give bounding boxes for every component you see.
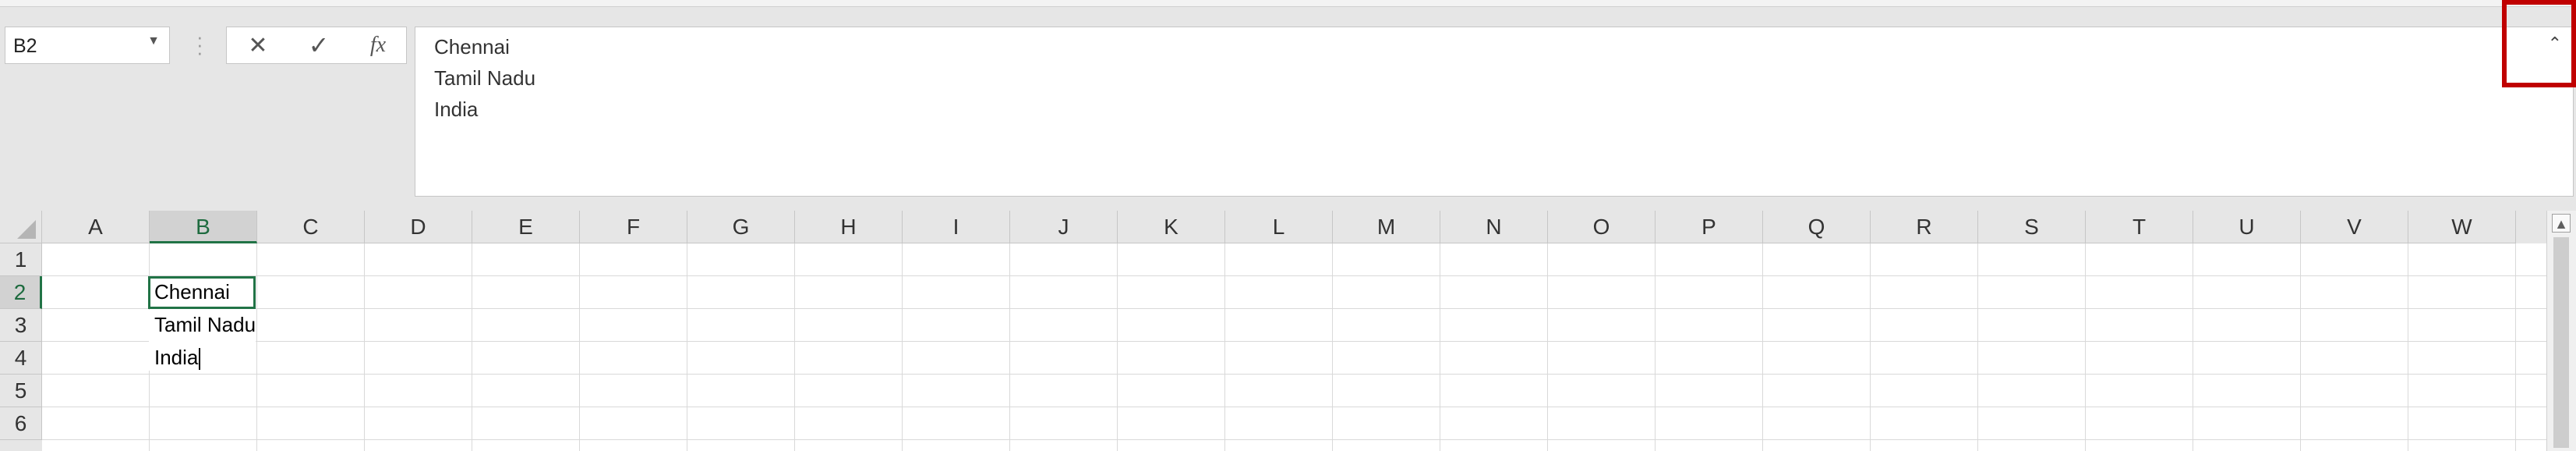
column-header-l[interactable]: L (1225, 211, 1333, 243)
chevron-down-icon[interactable]: ▼ (147, 34, 160, 48)
name-box-value: B2 (13, 35, 37, 57)
row-header-1[interactable]: 1 (0, 243, 42, 276)
gridline-v (794, 243, 795, 451)
gridline-h (42, 439, 2546, 440)
formula-actions: ✕ ✓ fx (226, 27, 407, 64)
column-header-t[interactable]: T (2086, 211, 2193, 243)
column-header-r[interactable]: R (1871, 211, 1978, 243)
row-header-6[interactable]: 6 (0, 407, 42, 440)
column-header-e[interactable]: E (472, 211, 580, 243)
row-header-4[interactable]: 4 (0, 342, 42, 375)
column-header-q[interactable]: Q (1763, 211, 1871, 243)
gridline-v (1009, 243, 1010, 451)
enter-icon[interactable]: ✓ (295, 27, 342, 63)
gridline-h (42, 341, 2546, 342)
column-header-a[interactable]: A (42, 211, 150, 243)
gridline-v (1977, 243, 1978, 451)
column-header-k[interactable]: K (1118, 211, 1225, 243)
ribbon-bottom-edge (0, 0, 2576, 7)
worksheet-grid: ABCDEFGHIJKLMNOPQRSTUVW 123456 Chennai T… (0, 211, 2576, 451)
column-header-o[interactable]: O (1548, 211, 1655, 243)
column-header-i[interactable]: I (903, 211, 1010, 243)
column-header-j[interactable]: J (1010, 211, 1118, 243)
cell-B4-text: India (154, 346, 199, 369)
row-header-5[interactable]: 5 (0, 375, 42, 407)
gridline-v (1332, 243, 1333, 451)
gridline-h (42, 374, 2546, 375)
gridline-v (579, 243, 580, 451)
column-header-n[interactable]: N (1440, 211, 1548, 243)
column-header-s[interactable]: S (1978, 211, 2086, 243)
drag-handle-icon[interactable]: · · · (196, 27, 203, 62)
insert-function-icon[interactable]: fx (355, 27, 401, 63)
cell-B2[interactable]: Chennai (154, 280, 230, 304)
gridline-v (1224, 243, 1225, 451)
gridline-v (364, 243, 365, 451)
gridline-v (1870, 243, 1871, 451)
cancel-icon[interactable]: ✕ (235, 27, 281, 63)
gridline-v (902, 243, 903, 451)
column-header-b[interactable]: B (150, 211, 257, 243)
column-header-f[interactable]: F (580, 211, 687, 243)
row-header-2[interactable]: 2 (0, 276, 42, 309)
gridline-v (2300, 243, 2301, 451)
scroll-thumb[interactable] (2553, 237, 2569, 448)
column-header-h[interactable]: H (795, 211, 903, 243)
column-header-w[interactable]: W (2408, 211, 2516, 243)
column-header-d[interactable]: D (365, 211, 472, 243)
gridline-v (1547, 243, 1548, 451)
scroll-up-icon[interactable]: ▲ (2552, 214, 2571, 233)
select-all-icon (17, 220, 36, 239)
vertical-scrollbar[interactable]: ▲ (2546, 211, 2576, 451)
gridline-v (256, 243, 257, 451)
select-all-button[interactable] (0, 211, 42, 243)
column-header-g[interactable]: G (687, 211, 795, 243)
formula-input[interactable]: Chennai Tamil Nadu India ⌃ (415, 27, 2574, 197)
cell-B4[interactable]: India (154, 346, 201, 371)
column-header-u[interactable]: U (2193, 211, 2301, 243)
row-header-3[interactable]: 3 (0, 309, 42, 342)
gridline-v (2085, 243, 2086, 451)
formula-line-3: India (434, 98, 479, 121)
gridline-h (42, 308, 2546, 309)
column-header-m[interactable]: M (1333, 211, 1440, 243)
gridline-v (1762, 243, 1763, 451)
column-header-v[interactable]: V (2301, 211, 2408, 243)
text-caret (199, 348, 201, 371)
cell-area[interactable]: Chennai Tamil Nadu India (42, 243, 2546, 451)
name-box[interactable]: B2 ▼ (5, 27, 170, 64)
gridline-v (2515, 243, 2516, 451)
column-header-p[interactable]: P (1655, 211, 1763, 243)
gridline-v (1117, 243, 1118, 451)
formula-line-1: Chennai (434, 35, 510, 59)
gridline-h (42, 275, 2546, 276)
formula-line-2: Tamil Nadu (434, 66, 536, 90)
column-header-c[interactable]: C (257, 211, 365, 243)
collapse-button-highlight (2502, 0, 2576, 87)
cell-B3[interactable]: Tamil Nadu (154, 313, 256, 337)
